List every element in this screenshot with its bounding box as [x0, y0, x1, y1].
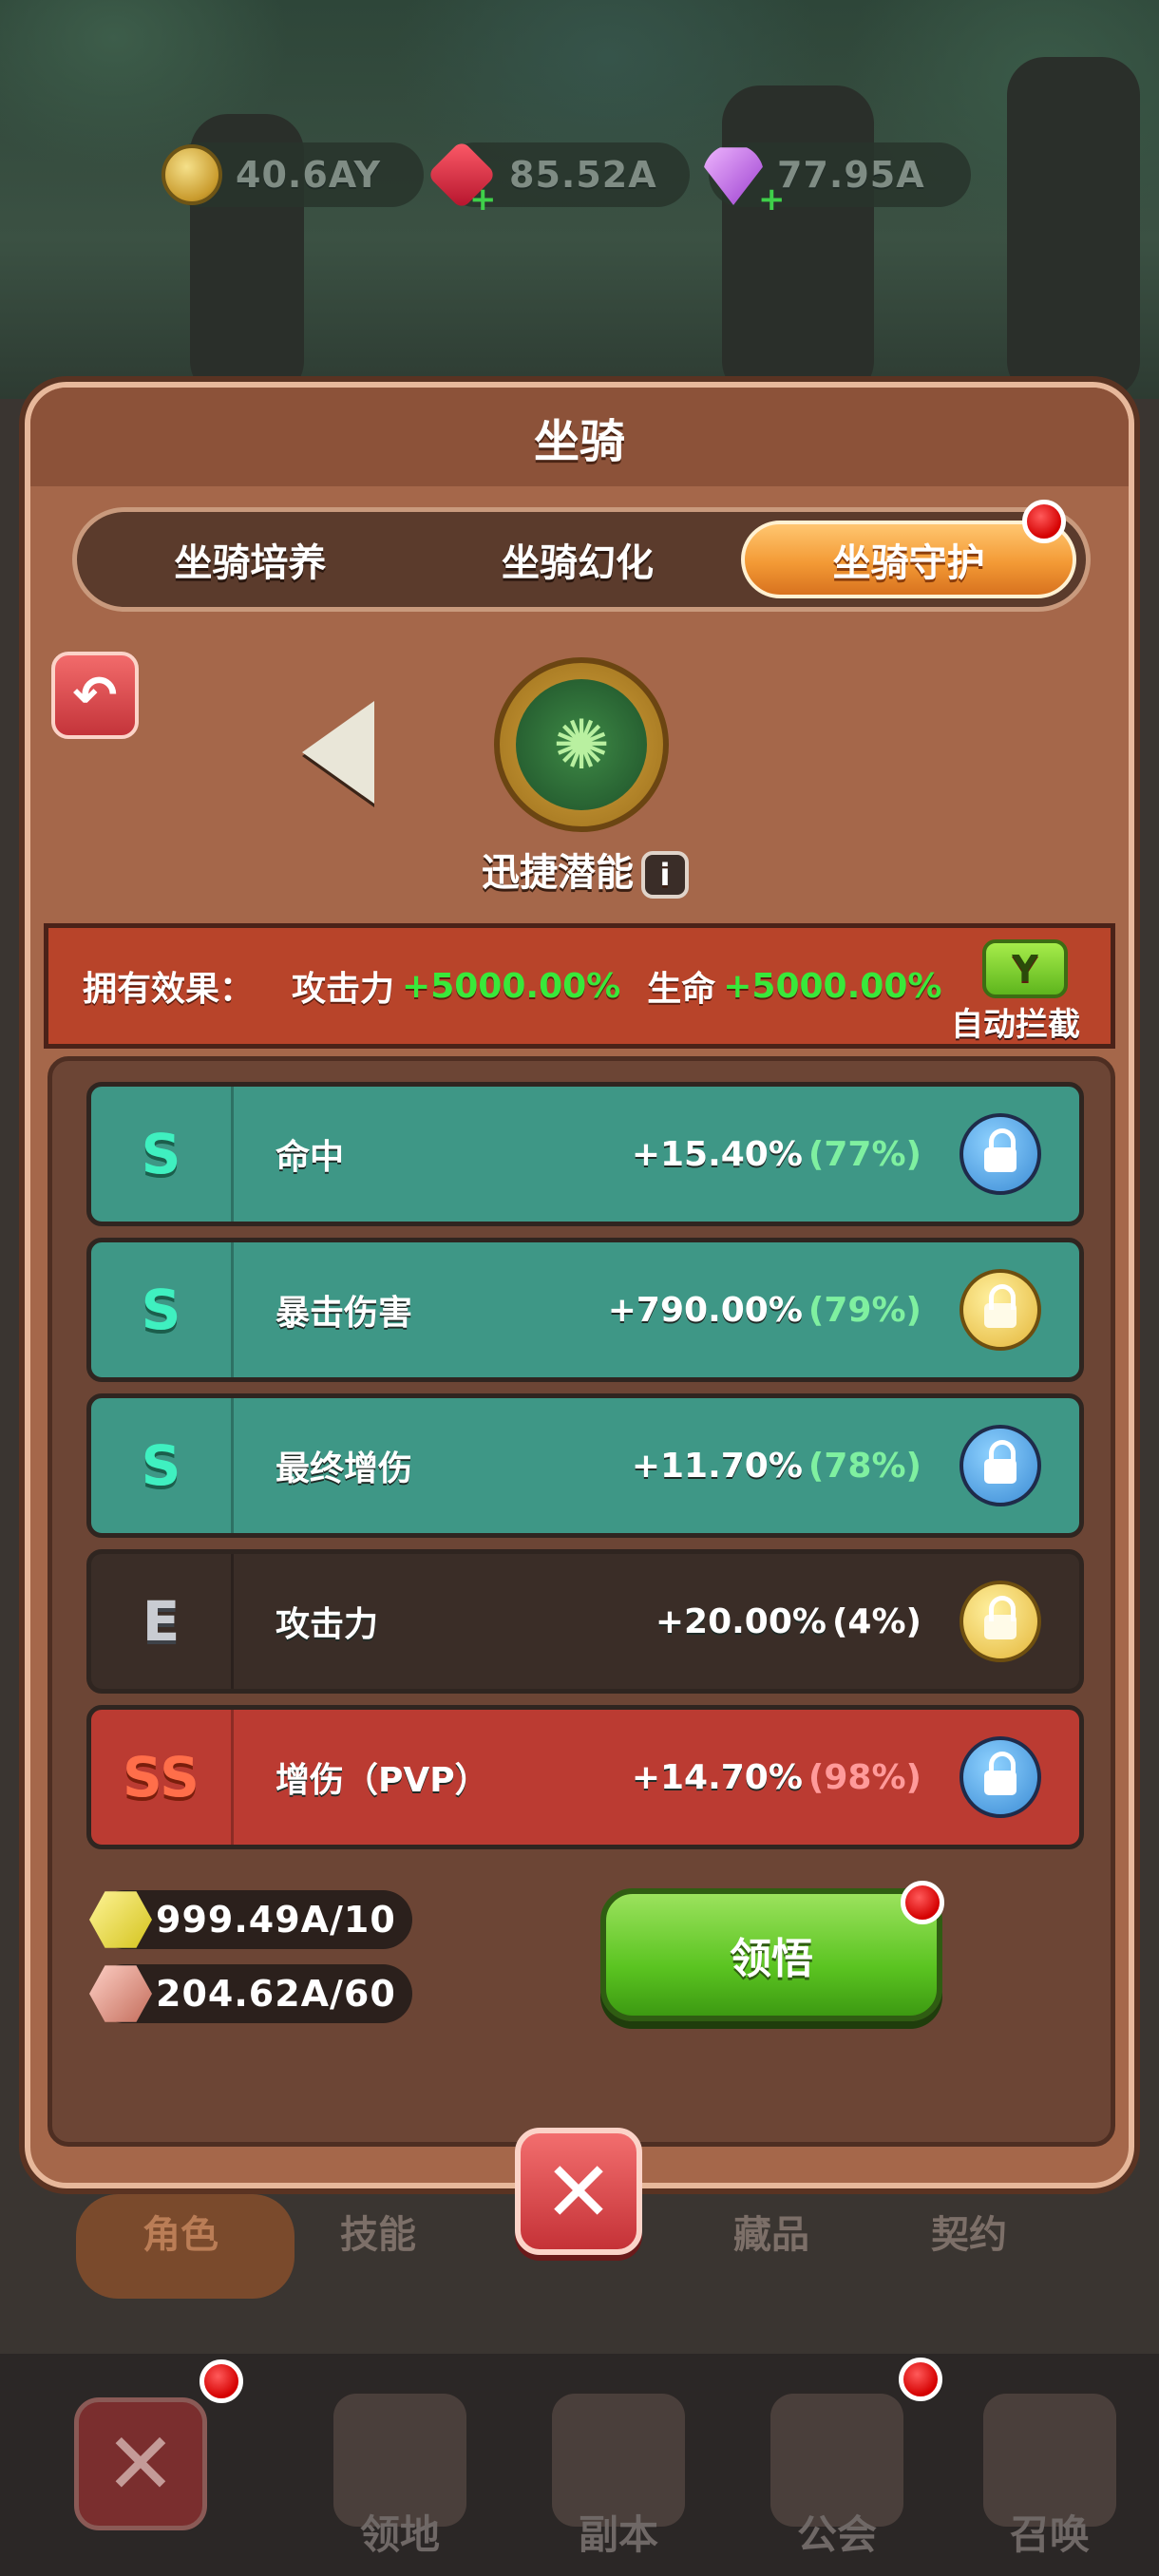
nav-label: 副本 — [578, 2511, 658, 2558]
nav-summon[interactable]: 召唤 — [940, 2356, 1159, 2576]
skill-title: 迅捷潜能 i — [30, 842, 1140, 899]
close-nav-icon[interactable]: ✕ — [74, 2397, 207, 2530]
lock-icon[interactable] — [960, 1269, 1041, 1351]
effect-hp-label: 生命 — [647, 970, 716, 1009]
unlock-icon[interactable] — [960, 1113, 1041, 1195]
attribute-value: +11.70% — [631, 1446, 803, 1486]
grade-badge: S — [91, 1087, 234, 1222]
plus-icon[interactable]: + — [758, 180, 786, 218]
attribute-value: +790.00% — [607, 1290, 803, 1330]
nav-label: 公会 — [796, 2511, 877, 2558]
attribute-percent: (78%) — [808, 1446, 922, 1486]
info-icon[interactable]: i — [641, 851, 689, 899]
skill-emblem: ✺ — [494, 657, 669, 832]
skill-name: 迅捷潜能 — [482, 851, 634, 895]
nav-dungeon[interactable]: 副本 — [509, 2356, 728, 2576]
attribute-name: 暴击伤害 — [276, 1294, 413, 1333]
cost-yellow-crystal: 999.49A/10 — [89, 1890, 412, 1949]
ruby-value: 85.52A — [509, 154, 657, 196]
attribute-value: +15.40% — [631, 1134, 803, 1174]
grade-badge: S — [91, 1242, 234, 1377]
plus-icon[interactable]: + — [469, 180, 497, 218]
tab-bar: 坐骑培养 坐骑幻化 坐骑守护 — [72, 507, 1091, 612]
gold-value: 40.6AY — [236, 154, 382, 196]
filter-icon: Y — [982, 939, 1068, 998]
subtab-role[interactable]: 角色 — [142, 2204, 218, 2259]
nav-guild[interactable]: 公会 — [728, 2356, 946, 2576]
attribute-percent: (98%) — [808, 1757, 922, 1797]
unlock-icon[interactable] — [960, 1736, 1041, 1818]
panel-title: 坐骑 — [30, 388, 1129, 486]
auto-intercept-label: 自动拦截 — [951, 1006, 1080, 1044]
gem-value: 77.95A — [777, 154, 925, 196]
attribute-name: 最终增伤 — [276, 1449, 413, 1488]
prev-arrow-icon[interactable] — [302, 701, 374, 804]
subtab-skill[interactable]: 技能 — [340, 2204, 416, 2259]
attribute-name: 命中 — [276, 1138, 345, 1177]
grade-badge: SS — [91, 1710, 234, 1845]
swirl-icon: ✺ — [516, 679, 647, 810]
grade-badge: E — [91, 1554, 234, 1689]
nav-label: 召唤 — [1009, 2511, 1090, 2558]
grade-badge: S — [91, 1398, 234, 1533]
cost-value: 204.62A/60 — [156, 1973, 396, 2015]
gem-currency[interactable]: + 77.95A — [703, 142, 971, 218]
gold-coin-icon — [162, 144, 222, 205]
attribute-percent: (79%) — [808, 1290, 922, 1330]
notification-dot — [1022, 500, 1066, 543]
unlock-icon[interactable] — [960, 1425, 1041, 1506]
effect-hp-value: +5000.00% — [723, 966, 942, 1006]
comprehend-button[interactable]: 领悟 — [600, 1888, 942, 2021]
ruby-currency[interactable]: + 85.52A — [427, 140, 690, 218]
notification-dot — [901, 1881, 944, 1924]
tab-mount-transform[interactable]: 坐骑幻化 — [414, 521, 742, 598]
attribute-percent: (4%) — [831, 1601, 922, 1641]
attribute-name: 攻击力 — [276, 1605, 379, 1644]
back-button[interactable]: ↶ — [51, 652, 139, 739]
attribute-name: 增伤（PVP） — [276, 1761, 489, 1800]
tab-mount-train[interactable]: 坐骑培养 — [86, 521, 414, 598]
gold-currency[interactable]: 40.6AY — [162, 142, 424, 207]
effect-label: 拥有效果： — [83, 970, 255, 1009]
nav-label: 领地 — [359, 2511, 440, 2558]
subtab-collection[interactable]: 藏品 — [733, 2204, 809, 2259]
nav-territory[interactable]: 领地 — [291, 2356, 509, 2576]
cost-pink-crystal: 204.62A/60 — [89, 1964, 412, 2023]
owned-effect-bar: 拥有效果： 攻击力 +5000.00% 生命 +5000.00% Y 自动拦截 — [44, 923, 1115, 1049]
cost-value: 999.49A/10 — [156, 1899, 396, 1941]
notification-dot — [200, 2359, 243, 2403]
attribute-row: E 攻击力 +20.00% (4%) — [86, 1549, 1084, 1694]
attribute-value: +14.70% — [631, 1757, 803, 1797]
attribute-row: S 最终增伤 +11.70% (78%) — [86, 1393, 1084, 1538]
attribute-value: +20.00% — [655, 1601, 826, 1641]
attribute-row: S 暴击伤害 +790.00% (79%) — [86, 1238, 1084, 1382]
lock-icon[interactable] — [960, 1581, 1041, 1662]
attribute-percent: (77%) — [808, 1134, 922, 1174]
auto-intercept-button[interactable]: Y 自动拦截 — [951, 939, 1082, 1045]
attribute-row: SS 增伤（PVP） +14.70% (98%) — [86, 1705, 1084, 1849]
subtab-contract[interactable]: 契约 — [931, 2204, 1007, 2259]
effect-attack-label: 攻击力 — [292, 970, 395, 1009]
mount-panel: 坐骑 坐骑培养 坐骑幻化 坐骑守护 ↶ ✺ 迅捷潜能 i 拥有效果： 攻击力 +5… — [25, 382, 1134, 2188]
attribute-row: S 命中 +15.40% (77%) — [86, 1082, 1084, 1226]
effect-attack-value: +5000.00% — [402, 966, 621, 1006]
close-button[interactable]: ✕ — [515, 2128, 642, 2255]
